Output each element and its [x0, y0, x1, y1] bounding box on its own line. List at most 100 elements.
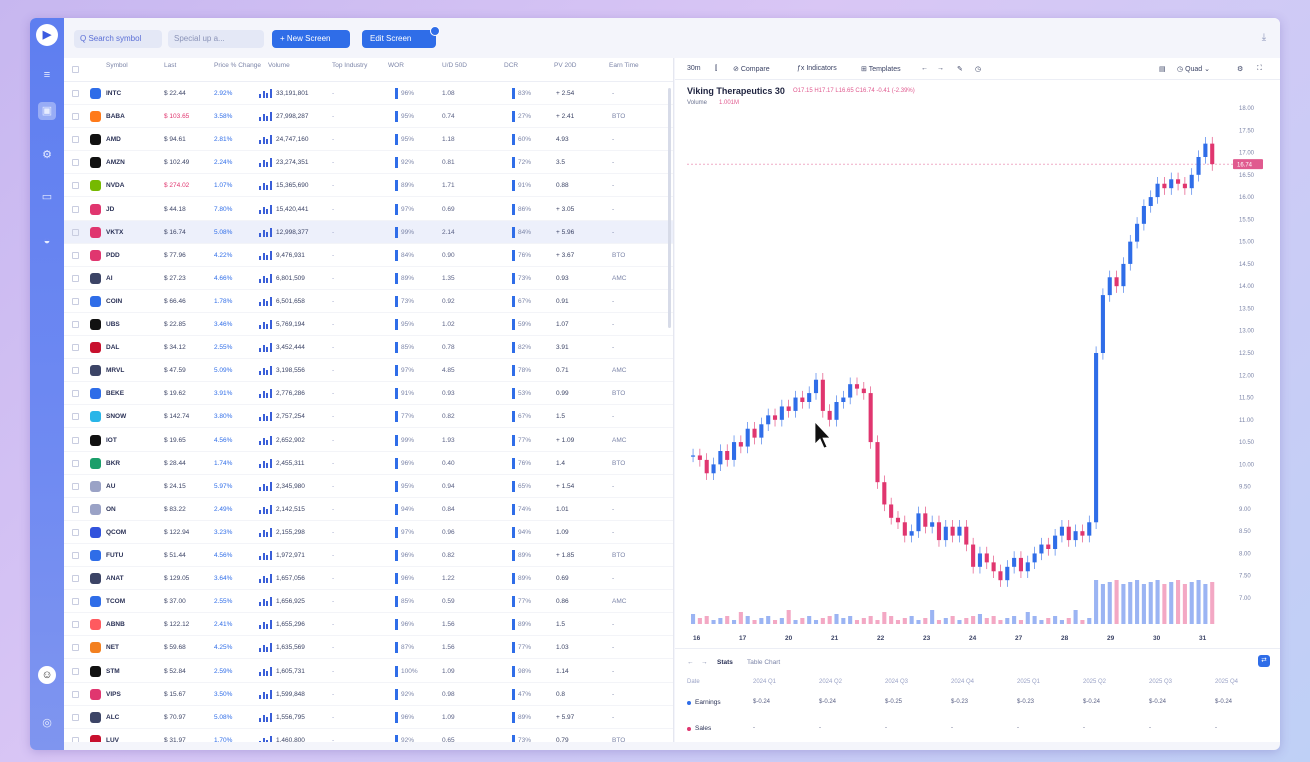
candle[interactable]	[930, 522, 935, 527]
candle[interactable]	[1203, 143, 1208, 157]
candle[interactable]	[759, 424, 764, 438]
expand-stats-icon[interactable]: ⇄	[1258, 655, 1270, 667]
row-checkbox[interactable]	[72, 528, 79, 536]
candle[interactable]	[711, 464, 716, 474]
table-row[interactable]: STM $ 52.84 2.59% 1,605,731 - 100% 1.09 98% 1.14…	[64, 660, 673, 683]
candle[interactable]	[745, 428, 750, 447]
candle[interactable]	[875, 442, 880, 483]
symbol-cell[interactable]: ABNB	[106, 621, 125, 628]
table-row[interactable]: VIPS $ 15.67 3.50% 1,599,848 - 92% 0.98 47% 0.8 -	[64, 683, 673, 706]
symbol-cell[interactable]: SNOW	[106, 413, 126, 420]
table-row[interactable]: LUV $ 31.97 1.70% 1,460,800 - 92% 0.65 73% 0.79 B…	[64, 729, 673, 742]
row-checkbox[interactable]	[72, 228, 79, 236]
symbol-cell[interactable]: PDD	[106, 252, 120, 259]
candle[interactable]	[1039, 544, 1044, 554]
download-icon[interactable]: ⤓	[1256, 30, 1272, 46]
candle[interactable]	[1012, 557, 1017, 567]
candle[interactable]	[834, 402, 839, 420]
row-checkbox[interactable]	[72, 436, 79, 444]
settings-icon[interactable]: ⚙	[38, 146, 56, 164]
symbol-cell[interactable]: STM	[106, 668, 120, 675]
candle[interactable]	[991, 562, 996, 572]
symbol-cell[interactable]: IOT	[106, 437, 117, 444]
candle[interactable]	[1100, 295, 1105, 353]
candle[interactable]	[889, 504, 894, 518]
candle[interactable]	[1046, 544, 1051, 549]
candle[interactable]	[1169, 179, 1174, 189]
table-row[interactable]: UBS $ 22.85 3.46% 5,769,194 - 95% 1.02 59% 1.07 -	[64, 313, 673, 337]
candle[interactable]	[738, 442, 743, 447]
column-header-dcr[interactable]: DCR	[504, 62, 550, 70]
select-all-checkbox[interactable]	[72, 66, 79, 73]
edit-screen-button[interactable]: Edit Screen	[362, 30, 436, 48]
candle[interactable]	[1080, 531, 1085, 536]
candle[interactable]	[1087, 522, 1092, 536]
column-header-top-industry[interactable]: Top Industry	[332, 62, 384, 70]
candle[interactable]	[1073, 531, 1078, 541]
candle[interactable]	[793, 397, 798, 411]
row-checkbox[interactable]	[72, 459, 79, 467]
row-checkbox[interactable]	[72, 667, 79, 675]
table-row[interactable]: BEKE $ 19.62 3.91% 2,776,286 - 91% 0.93 53% 0.99…	[64, 382, 673, 406]
symbol-cell[interactable]: BEKE	[106, 390, 124, 397]
column-header-volume[interactable]: Volume	[268, 62, 328, 70]
symbol-cell[interactable]: VKTX	[106, 229, 123, 236]
price-chart[interactable]: 18.00 17.50 17.00 16.50 16.00 15.50 15.00 14.50…	[675, 58, 1280, 648]
table-row[interactable]: AMZN $ 102.49 2.24% 23,274,351 - 92% 0.81 72% 3.…	[64, 151, 673, 175]
row-checkbox[interactable]	[72, 182, 79, 190]
candle[interactable]	[1196, 157, 1201, 175]
candle[interactable]	[1018, 557, 1023, 572]
candle[interactable]	[1114, 277, 1119, 287]
row-checkbox[interactable]	[72, 482, 79, 490]
table-row[interactable]: ABNB $ 122.12 2.41% 1,655,296 - 96% 1.56 89% 1.5…	[64, 613, 673, 637]
symbol-cell[interactable]: AU	[106, 483, 115, 490]
table-row[interactable]: QCOM $ 122.94 3.23% 2,155,298 - 97% 0.96 94% 1.0…	[64, 521, 673, 544]
candle[interactable]	[731, 442, 737, 460]
candle[interactable]	[1066, 526, 1071, 541]
column-header-earn-time[interactable]: Earn Time	[609, 62, 649, 70]
candle[interactable]	[964, 526, 969, 545]
table-row[interactable]: SNOW $ 142.74 3.80% 2,757,254 - 77% 0.82 67% 1.5…	[64, 405, 673, 429]
symbol-cell[interactable]: BKR	[106, 460, 120, 467]
table-row[interactable]: JD $ 44.18 7.80% 15,420,441 - 97% 0.69 86% + 3.0…	[64, 198, 673, 221]
table-chart-tab[interactable]: Table Chart	[747, 659, 780, 666]
row-checkbox[interactable]	[72, 621, 79, 629]
symbol-cell[interactable]: AMD	[106, 136, 121, 143]
symbol-cell[interactable]: INTC	[106, 90, 121, 97]
symbol-cell[interactable]: NVDA	[106, 182, 124, 189]
symbol-cell[interactable]: FUTU	[106, 552, 123, 559]
candle[interactable]	[1141, 206, 1146, 224]
candle[interactable]	[902, 522, 907, 536]
row-checkbox[interactable]	[72, 136, 79, 144]
table-row[interactable]: INTC $ 22.44 2.92% 33,191,801 - 96% 1.08 83% + 2…	[64, 82, 673, 106]
row-checkbox[interactable]	[72, 736, 79, 742]
table-row[interactable]: IOT $ 19.65 4.56% 2,652,902 - 99% 1.93 77% + 1.0…	[64, 429, 673, 452]
stats-tab[interactable]: Stats	[717, 659, 733, 666]
candle[interactable]	[1059, 526, 1064, 536]
candle[interactable]	[1182, 183, 1187, 189]
candle[interactable]	[725, 451, 730, 460]
symbol-cell[interactable]: JD	[106, 206, 114, 213]
candle[interactable]	[772, 415, 778, 420]
candle[interactable]	[854, 384, 860, 389]
table-row[interactable]: AMD $ 94.61 2.81% 24,747,160 - 95% 1.18 60% 4.93…	[64, 128, 673, 152]
candle[interactable]	[895, 517, 901, 523]
column-header-symbol[interactable]: Symbol	[106, 62, 160, 70]
column-header-last[interactable]: Last	[164, 62, 210, 70]
screen-preset-select[interactable]: Special up a...	[168, 30, 264, 48]
candle[interactable]	[807, 393, 812, 402]
table-row[interactable]: PDD $ 77.96 4.22% 9,476,931 - 84% 0.90 76% + 3.6…	[64, 244, 673, 267]
candle[interactable]	[718, 451, 723, 465]
row-checkbox[interactable]	[72, 644, 79, 652]
candle[interactable]	[1176, 179, 1181, 184]
symbol-cell[interactable]: UBS	[106, 321, 120, 328]
column-header-pv-20d[interactable]: PV 20D	[554, 62, 605, 70]
candle[interactable]	[752, 428, 757, 438]
candle[interactable]	[1189, 174, 1194, 189]
search-input[interactable]: Q Search symbol	[74, 30, 162, 48]
table-row[interactable]: COIN $ 66.46 1.78% 6,501,658 - 73% 0.92 67% 0.91…	[64, 290, 673, 313]
candle[interactable]	[936, 522, 942, 541]
table-row[interactable]: BKR $ 28.44 1.74% 2,455,311 - 96% 0.40 76% 1.4 BT…	[64, 452, 673, 475]
candle[interactable]	[697, 455, 702, 460]
row-checkbox[interactable]	[72, 552, 79, 559]
